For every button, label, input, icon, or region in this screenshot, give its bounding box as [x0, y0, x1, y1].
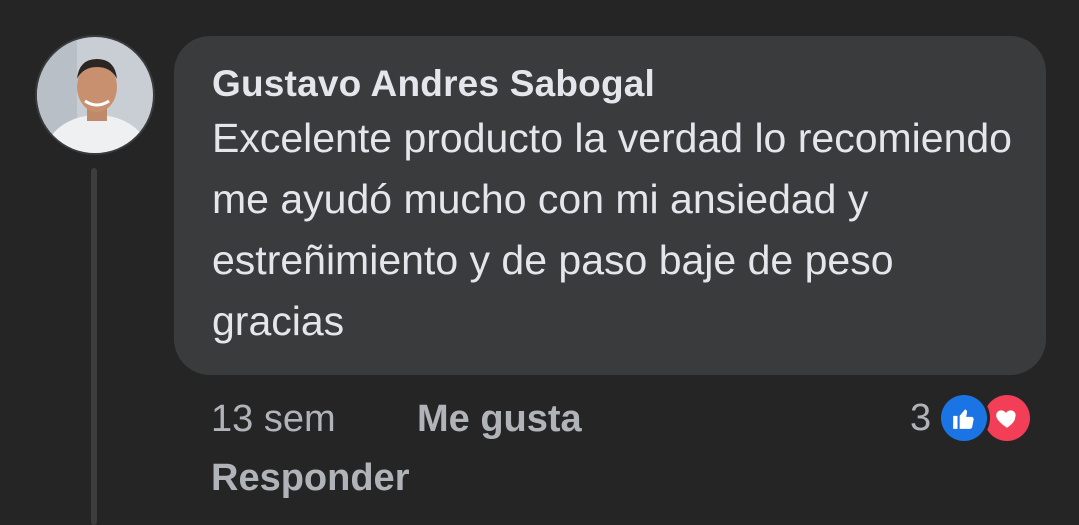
comment-timestamp[interactable]: 13 sem — [211, 396, 336, 442]
reaction-summary[interactable]: 3 — [910, 392, 1031, 444]
user-avatar-icon — [37, 37, 153, 153]
thread-line — [91, 168, 97, 525]
reaction-count: 3 — [910, 397, 932, 439]
comment-author[interactable]: Gustavo Andres Sabogal — [212, 62, 1016, 106]
like-reaction-icon — [941, 395, 988, 441]
love-reaction-icon — [984, 395, 1031, 441]
like-button[interactable]: Me gusta — [417, 396, 582, 442]
reply-button[interactable]: Responder — [211, 455, 409, 501]
comment-text: Excelente producto la verdad lo recomien… — [212, 115, 1012, 344]
comment-bubble: Gustavo Andres Sabogal Excelente product… — [174, 36, 1046, 375]
avatar[interactable] — [37, 37, 153, 153]
